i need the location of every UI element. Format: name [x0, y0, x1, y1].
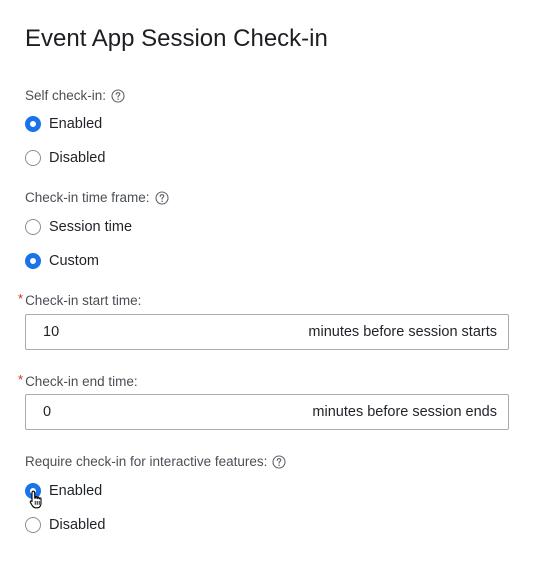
help-icon[interactable]	[111, 89, 125, 103]
self-checkin-enabled-label: Enabled	[49, 116, 103, 132]
self-checkin-disabled-label: Disabled	[49, 150, 106, 166]
interactive-disabled-radio[interactable]	[25, 517, 41, 533]
start-time-field[interactable]: minutes before session starts	[25, 314, 509, 350]
page-title: Event App Session Check-in	[25, 25, 328, 52]
timeframe-label-text: Check-in time frame:	[25, 190, 150, 205]
self-checkin-enabled-radio[interactable]	[25, 116, 41, 132]
self-checkin-label-text: Self check-in:	[25, 88, 107, 103]
timeframe-session-radio[interactable]	[25, 219, 41, 235]
end-time-suffix: minutes before session ends	[312, 404, 497, 420]
interactive-disabled-label: Disabled	[49, 517, 106, 533]
end-time-field[interactable]: minutes before session ends	[25, 394, 509, 430]
help-icon[interactable]	[154, 191, 169, 205]
interactive-label-text: Require check-in for interactive feature…	[25, 454, 268, 469]
end-time-label: * Check-in end time:	[18, 372, 138, 391]
self-checkin-disabled-option[interactable]: Disabled	[25, 149, 105, 167]
start-time-input[interactable]	[26, 315, 163, 349]
start-time-label: * Check-in start time:	[18, 291, 142, 310]
self-checkin-disabled-radio[interactable]	[25, 150, 41, 166]
help-icon[interactable]	[272, 455, 286, 469]
interactive-label: Require check-in for interactive feature…	[25, 453, 286, 471]
self-checkin-label: Self check-in:	[25, 87, 125, 105]
required-marker: *	[18, 291, 24, 306]
start-time-label-text: Check-in start time:	[25, 293, 142, 308]
timeframe-label: Check-in time frame:	[25, 189, 169, 207]
timeframe-custom-option[interactable]: Custom	[25, 252, 99, 270]
interactive-disabled-option[interactable]: Disabled	[25, 516, 105, 534]
hand-pointer-cursor-icon	[29, 490, 42, 509]
timeframe-custom-label: Custom	[49, 253, 99, 269]
timeframe-custom-radio[interactable]	[25, 253, 41, 269]
end-time-input[interactable]	[26, 395, 163, 429]
start-time-suffix: minutes before session starts	[308, 324, 497, 340]
required-marker: *	[18, 372, 24, 387]
timeframe-session-label: Session time	[49, 219, 133, 235]
timeframe-session-option[interactable]: Session time	[25, 218, 132, 236]
self-checkin-enabled-option[interactable]: Enabled	[25, 115, 102, 133]
end-time-label-text: Check-in end time:	[25, 374, 138, 389]
interactive-enabled-label: Enabled	[49, 483, 103, 499]
